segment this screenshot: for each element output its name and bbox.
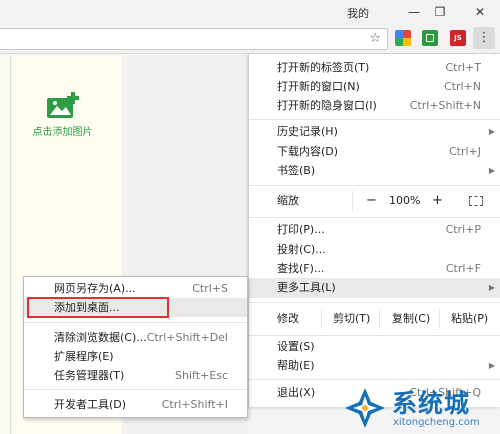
cut-button[interactable]: 剪切(T) [333,305,370,333]
menu-divider [24,389,247,390]
menu-divider [24,322,247,323]
menu-item-label: 退出(X) [277,386,316,399]
menu-divider [249,185,500,186]
restore-button[interactable]: ❐ [430,3,450,21]
menu-divider [249,335,500,336]
menu-item-new-window[interactable]: 打开新的窗口(N) Ctrl+N [249,77,500,97]
submenu-item-label: 开发者工具(D) [54,398,127,411]
menu-divider [249,119,500,120]
menu-item-help[interactable]: 帮助(E) ▶ [249,356,500,376]
submenu-item-shortcut: Ctrl+Shift+Del [146,331,228,344]
zoom-out-button[interactable]: − [366,187,377,215]
submenu-item-label: 网页另存为(A)... [54,282,136,295]
menu-item-label: 更多工具(L) [277,281,336,294]
star-icon[interactable]: ☆ [369,31,381,47]
menu-divider [249,379,500,380]
paste-button[interactable]: 粘贴(P) [451,305,488,333]
window-titlebar: 我的 — ❐ ✕ [0,0,500,24]
zoom-row: 缩放 − 100% + [249,187,500,215]
submenu-item-clear-data[interactable]: 清除浏览数据(C)... Ctrl+Shift+Del [24,328,247,347]
chevron-right-icon: ▶ [488,283,495,292]
fullscreen-icon[interactable] [469,196,483,206]
minimize-button[interactable]: — [404,3,424,21]
menu-item-label: 打印(P)... [277,223,325,236]
chrome-menu-button[interactable]: ⋮ [473,27,495,49]
menu-item-shortcut: Ctrl+Shift+N [409,99,481,112]
zoom-divider [352,191,353,211]
menu-item-settings[interactable]: 设置(S) [249,337,500,357]
submenu-item-save-page[interactable]: 网页另存为(A)... Ctrl+S [24,279,247,298]
edit-divider [439,309,440,329]
chrome-main-menu: 打开新的标签页(T) Ctrl+T 打开新的窗口(N) Ctrl+N 打开新的隐… [248,54,500,407]
menu-item-label: 下载内容(D) [277,145,339,158]
add-picture-label: 点击添加图片 [32,127,93,138]
submenu-item-shortcut: Shift+Esc [175,369,228,382]
submenu-item-shortcut: Ctrl+S [192,282,228,295]
menu-item-label: 查找(F)... [277,262,325,275]
menu-item-label: 打开新的标签页(T) [277,61,370,74]
close-button[interactable]: ✕ [470,3,490,21]
submenu-item-devtools[interactable]: 开发者工具(D) Ctrl+Shift+I [24,395,247,414]
menu-item-label: 投射(C)... [277,243,326,256]
zoom-value: 100% [389,194,421,207]
green-square-icon[interactable] [422,30,438,46]
highlight-box [27,297,169,318]
watermark-url: xitongcheng.com [393,417,480,428]
watermark-logo-icon [345,388,385,428]
menu-item-label: 打开新的隐身窗口(I) [277,99,377,112]
page-left-strip [0,55,11,434]
menu-item-shortcut: Ctrl+N [443,80,481,93]
edit-row: 修改 剪切(T) 复制(C) 粘贴(P) [249,305,500,333]
menu-item-label: 打开新的窗口(N) [277,80,360,93]
menu-item-label: 帮助(E) [277,359,315,372]
menu-item-incognito[interactable]: 打开新的隐身窗口(I) Ctrl+Shift+N [249,96,500,116]
menu-divider [249,217,500,218]
submenu-item-label: 扩展程序(E) [54,350,114,363]
chevron-right-icon: ▶ [488,166,495,175]
submenu-item-extensions[interactable]: 扩展程序(E) [24,347,247,366]
menu-item-print[interactable]: 打印(P)... Ctrl+P [249,220,500,240]
zoom-label: 缩放 [277,194,299,207]
menu-item-more-tools[interactable]: 更多工具(L) ▶ [249,278,500,298]
menu-item-cast[interactable]: 投射(C)... [249,240,500,260]
profile-name[interactable]: 我的 [347,5,369,21]
submenu-item-shortcut: Ctrl+Shift+I [161,398,228,411]
add-picture-button[interactable]: 点击添加图片 [25,92,100,152]
more-tools-submenu: 网页另存为(A)... Ctrl+S 添加到桌面... 清除浏览数据(C)...… [23,276,248,418]
chevron-right-icon: ▶ [488,361,495,370]
google-colors-icon[interactable] [395,30,411,46]
chevron-right-icon: ▶ [488,127,495,136]
address-bar[interactable]: ☆ [0,28,388,50]
menu-item-history[interactable]: 历史记录(H) ▶ [249,122,500,142]
menu-divider [249,302,500,303]
add-image-icon [47,92,79,118]
browser-toolbar: ☆ JS ⋮ [0,24,500,54]
menu-item-shortcut: Ctrl+T [445,61,481,74]
submenu-item-label: 清除浏览数据(C)... [54,331,147,344]
menu-item-label: 书签(B) [277,164,316,177]
copy-button[interactable]: 复制(C) [392,305,430,333]
menu-item-label: 设置(S) [277,340,315,353]
menu-item-find[interactable]: 查找(F)... Ctrl+F [249,259,500,279]
zoom-in-button[interactable]: + [432,187,443,215]
menu-item-shortcut: Ctrl+P [445,223,481,236]
edit-label: 修改 [277,312,299,325]
submenu-item-label: 任务管理器(T) [54,369,125,382]
menu-item-shortcut: Ctrl+J [448,145,481,158]
edit-divider [321,309,322,329]
watermark-brand: 系统城 [392,389,471,418]
js-icon[interactable]: JS [450,30,466,46]
watermark: 系统城 xitongcheng.com [343,384,500,434]
submenu-item-task-manager[interactable]: 任务管理器(T) Shift+Esc [24,366,247,385]
menu-item-shortcut: Ctrl+F [445,262,481,275]
menu-item-bookmarks[interactable]: 书签(B) ▶ [249,161,500,181]
menu-item-new-tab[interactable]: 打开新的标签页(T) Ctrl+T [249,58,500,78]
menu-item-label: 历史记录(H) [277,125,338,138]
edit-divider [379,309,380,329]
menu-item-downloads[interactable]: 下载内容(D) Ctrl+J [249,142,500,162]
